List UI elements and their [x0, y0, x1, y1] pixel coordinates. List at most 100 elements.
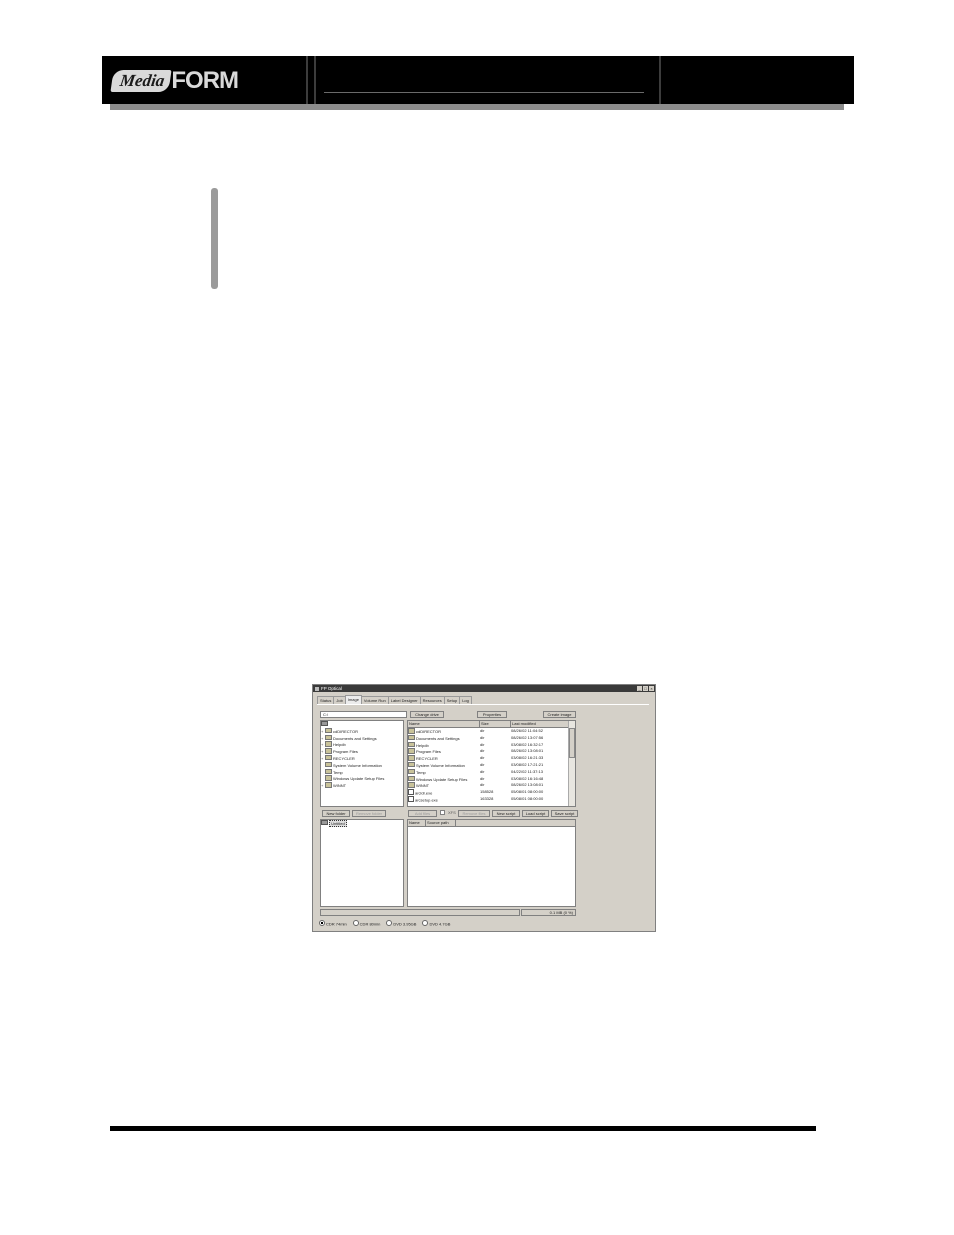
capacity-bar — [320, 909, 520, 916]
maximize-button[interactable]: □ — [643, 686, 648, 691]
column-source-path[interactable]: Source path — [426, 820, 456, 826]
tree-item-label: Helpdb — [333, 742, 346, 748]
column-size[interactable]: Size — [480, 721, 511, 727]
file-date: 08/26/02 11:04:52 — [511, 728, 543, 733]
new-folder-button[interactable]: New folder — [322, 810, 350, 817]
page-header: Media FORM — [102, 56, 854, 104]
tree-item-label: Temp — [333, 769, 343, 775]
tree-item[interactable]: + WINNT — [321, 782, 403, 789]
drive-icon — [321, 721, 328, 726]
file-name: arcldr.exe — [415, 790, 433, 796]
tree-item[interactable]: + cdDIRECTOR — [321, 727, 403, 735]
media-option-cdr-80min[interactable]: CDR 80min — [352, 920, 381, 927]
remove-files-button[interactable]: Remove files — [458, 810, 490, 817]
change-drive-button[interactable]: Change drive — [410, 711, 444, 718]
file-name: Windows Update Setup Files — [416, 776, 468, 782]
create-image-button[interactable]: Create image — [543, 711, 576, 718]
file-name: Documents and Settings — [416, 735, 460, 741]
tree-root[interactable] — [321, 721, 403, 728]
tab-image[interactable]: Image — [344, 695, 362, 704]
tree-item-label: cdDIRECTOR — [333, 728, 359, 734]
file-date: 05/08/01 08:00:00 — [511, 795, 544, 801]
tree-item[interactable]: + Program Files — [321, 748, 403, 755]
file-name: Temp — [416, 769, 426, 775]
tree-item[interactable]: System Volume Information — [321, 761, 403, 769]
path-input[interactable]: C:\ — [320, 711, 407, 718]
radio-icon[interactable] — [352, 920, 359, 926]
tree-item[interactable]: + RECYCLER — [321, 754, 403, 762]
file-name: System Volume Information — [416, 762, 465, 768]
file-size: 163328 — [480, 795, 494, 801]
minimize-button[interactable]: _ — [637, 686, 642, 691]
tab-volume-run[interactable]: Volume Run — [360, 696, 389, 704]
media-option-label: CDR 80min — [359, 921, 381, 927]
file-list-scrollbar[interactable] — [568, 721, 575, 806]
radio-icon[interactable] — [422, 920, 429, 926]
tree-item[interactable]: Windows Update Setup Files — [321, 775, 403, 782]
file-row[interactable]: arcsetup.exe 163328 05/08/01 08:00:00 — [408, 795, 575, 803]
save-script-button[interactable]: Save script — [551, 810, 578, 817]
compilation-tree[interactable]: Untitled — [320, 819, 404, 907]
file-row[interactable]: System Volume Information dir 03/08/02 17:… — [408, 761, 575, 769]
file-size: dir — [480, 748, 485, 754]
tab-resources[interactable]: Resources — [419, 696, 445, 704]
compilation-list[interactable]: Name Source path — [407, 819, 576, 907]
compilation-list-header: Name Source path — [408, 820, 575, 827]
logo-media-text: Media — [110, 70, 172, 92]
file-list[interactable]: Name Size Last modified cdDIRECTOR dir 08/… — [407, 720, 576, 807]
tab-setup[interactable]: Setup — [443, 696, 461, 704]
file-row[interactable]: WINNT dir 08/26/02 13:08:01 — [408, 782, 575, 789]
tab-status[interactable]: Status — [317, 696, 335, 704]
column-last-modified[interactable]: Last modified — [511, 721, 569, 727]
file-name: RECYCLER — [416, 756, 438, 762]
media-option-cdr-74min[interactable]: CDR 74min — [319, 920, 347, 927]
media-option-dvd-4-7gb[interactable]: DVD 4.7GB — [422, 920, 450, 927]
tree-item[interactable]: + Helpdb — [321, 741, 403, 748]
file-row[interactable]: Windows Update Setup Files dir 03/08/02 16… — [408, 775, 575, 783]
tab-label-designer[interactable]: Label Designer — [387, 696, 421, 704]
column-name[interactable]: Name — [408, 820, 426, 826]
file-name: Program Files — [416, 749, 441, 755]
load-script-button[interactable]: Load script — [522, 810, 549, 817]
xfs-checkbox[interactable] — [440, 810, 445, 815]
folder-icon — [408, 748, 415, 754]
folder-icon — [325, 754, 332, 761]
file-date: 03/08/02 17:21:21 — [511, 761, 544, 767]
tree-item[interactable]: + Documents and Settings — [321, 734, 403, 742]
header-divider — [659, 56, 661, 104]
remove-folder-button[interactable]: Remove folder — [352, 810, 386, 817]
file-row[interactable]: RECYCLER dir 03/08/02 16:21:33 — [408, 755, 575, 762]
radio-icon[interactable] — [319, 920, 325, 926]
file-row[interactable]: cdDIRECTOR dir 08/26/02 11:04:52 — [408, 728, 575, 735]
scrollbar-thumb[interactable] — [569, 728, 575, 758]
new-script-button[interactable]: New script — [492, 810, 520, 817]
folder-icon — [325, 734, 332, 741]
file-size: dir — [480, 775, 485, 781]
radio-icon[interactable] — [386, 920, 393, 926]
tree-item[interactable]: Temp — [321, 768, 403, 776]
column-name[interactable]: Name — [408, 721, 480, 727]
compilation-root-label: Untitled — [329, 820, 347, 827]
tree-item-label: Documents and Settings — [333, 735, 377, 741]
media-option-dvd-3-95gb[interactable]: DVD 3.95GB — [386, 920, 416, 927]
add-files-button[interactable]: Add files — [408, 810, 437, 817]
file-name: cdDIRECTOR — [416, 729, 442, 734]
file-row[interactable]: arcldr.exe 158528 05/08/01 08:00:00 — [408, 789, 575, 796]
properties-button[interactable]: Properties — [477, 711, 507, 718]
file-date: 03/08/02 16:16:48 — [511, 775, 544, 781]
file-row[interactable]: Helpdb dir 03/08/02 16:32:17 — [408, 741, 575, 749]
file-row[interactable]: Documents and Settings dir 08/26/02 13:07:… — [408, 734, 575, 742]
file-row[interactable]: Program Files dir 08/26/02 13:08:01 — [408, 748, 575, 755]
folder-tree[interactable]: + cdDIRECTOR + Documents and Settings + Helpd… — [320, 720, 404, 807]
file-size: 158528 — [480, 789, 494, 795]
file-size: dir — [480, 734, 485, 740]
folder-icon — [325, 782, 332, 788]
folder-icon — [408, 768, 415, 775]
size-readout: 0.1 MB (0 %) — [521, 909, 576, 916]
close-button[interactable]: × — [649, 686, 654, 691]
file-row[interactable]: Temp dir 04/22/02 11:37:13 — [408, 768, 575, 776]
tab-bar: Status Job Image Volume Run Label Designer Re… — [317, 695, 472, 704]
tab-log[interactable]: Log — [459, 696, 472, 704]
header-divider — [314, 56, 316, 104]
compilation-root[interactable]: Untitled — [321, 820, 403, 827]
